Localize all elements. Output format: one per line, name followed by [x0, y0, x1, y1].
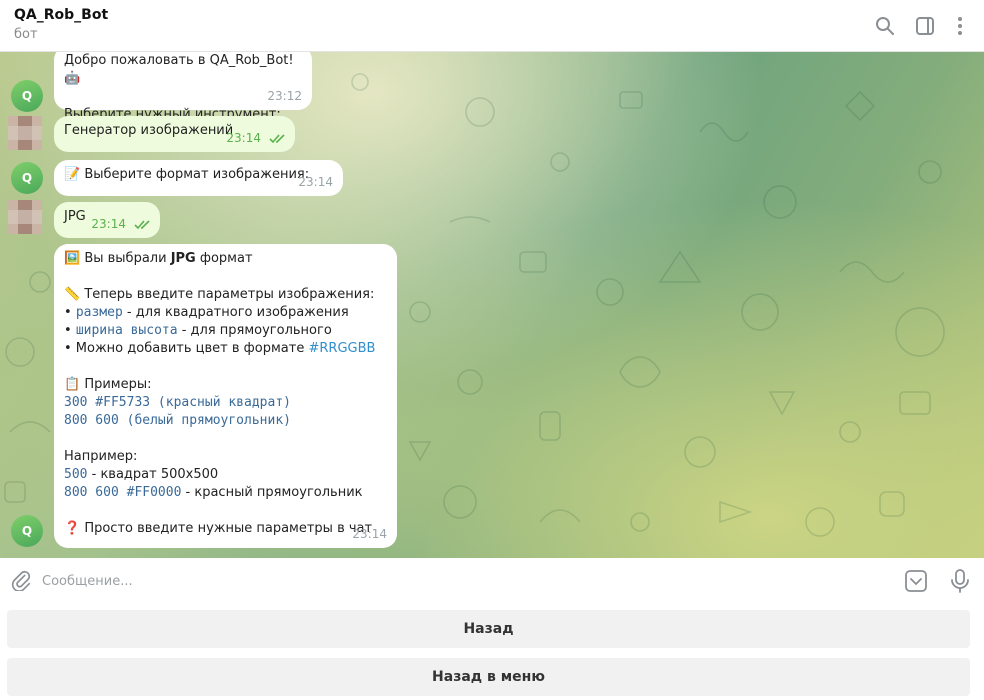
code-snippet[interactable]: 500 [64, 467, 87, 482]
code-snippet[interactable]: 800 600 (белый прямоугольник) [64, 412, 387, 430]
hashtag-link[interactable]: #RRGGBB [308, 341, 375, 356]
code-snippet[interactable]: 800 600 #FF0000 [64, 485, 181, 500]
text-line: 📏 Теперь введите параметры изображения: [64, 287, 375, 302]
text-line: 500 - квадрат 500x500 [64, 467, 219, 482]
text-line: 800 600 #FF0000 - красный прямоугольник [64, 485, 363, 500]
code-snippet[interactable]: 300 #FF5733 (красный квадрат) [64, 394, 387, 412]
telegram-window: QA_Rob_Bot бот Добро пожаловать в QA_Rob… [0, 0, 984, 700]
double-check-icon [134, 220, 150, 230]
more-vertical-icon[interactable] [948, 14, 972, 38]
chat-subtitle: бот [14, 27, 38, 42]
chat-title[interactable]: QA_Rob_Bot [14, 7, 108, 23]
text-line: • размер - для квадратного изображения [64, 305, 349, 320]
chat-header: QA_Rob_Bot бот [0, 0, 984, 52]
user-message[interactable]: JPG 23:14 [54, 202, 160, 238]
message-time: 23:14 [91, 217, 126, 231]
back-to-menu-button[interactable]: Назад в меню [7, 658, 970, 696]
message-text: 🖼️ Вы выбрали JPG формат 📏 Теперь введит… [64, 250, 387, 538]
text-line: 📋 Примеры: [64, 377, 152, 392]
bot-avatar[interactable]: Q [11, 515, 43, 547]
message-text: Добро пожаловать в QA_Rob_Bot! 🤖 Выберит… [64, 53, 298, 122]
message-text: 📝 Выберите формат изображения: [64, 167, 310, 182]
message-input[interactable] [40, 566, 884, 596]
search-icon[interactable] [873, 14, 897, 38]
attach-icon[interactable] [10, 569, 32, 592]
bot-message[interactable]: 🖼️ Вы выбрали JPG формат 📏 Теперь введит… [54, 244, 397, 548]
bot-message[interactable]: Добро пожаловать в QA_Rob_Bot! 🤖 Выберит… [54, 52, 312, 122]
message-composer [0, 558, 984, 602]
back-button[interactable]: Назад [7, 610, 970, 648]
text-line: • ширина высота - для прямоугольного [64, 323, 332, 338]
message-time: 23:12 [267, 89, 302, 103]
user-avatar[interactable] [8, 200, 42, 234]
chat-history[interactable]: Добро пожаловать в QA_Rob_Bot! 🤖 Выберит… [0, 52, 984, 558]
bot-message[interactable]: 📝 Выберите формат изображения: 23:14 [54, 160, 343, 196]
text-line: Например: [64, 449, 138, 464]
code-snippet[interactable]: ширина высота [76, 323, 178, 338]
text-line: 🖼️ Вы выбрали JPG формат [64, 251, 253, 266]
bot-avatar[interactable]: Q [11, 162, 43, 194]
message-time: 23:14 [226, 131, 261, 145]
double-check-icon [269, 134, 285, 144]
text-line: • Можно добавить цвет в формате #RRGGBB [64, 341, 376, 356]
microphone-icon[interactable] [948, 568, 972, 594]
code-snippet[interactable]: размер [76, 305, 123, 320]
bot-avatar[interactable]: Q [11, 80, 43, 112]
bot-keyboard-toggle-icon[interactable] [904, 569, 928, 593]
message-time: 23:14 [352, 527, 387, 541]
text-line: ❓ Просто введите нужные параметры в чат [64, 521, 373, 536]
sidebar-toggle-icon[interactable] [913, 14, 937, 38]
user-message[interactable]: Генератор изображений 23:14 [54, 116, 295, 152]
user-avatar[interactable] [8, 116, 42, 150]
message-time: 23:14 [298, 175, 333, 189]
